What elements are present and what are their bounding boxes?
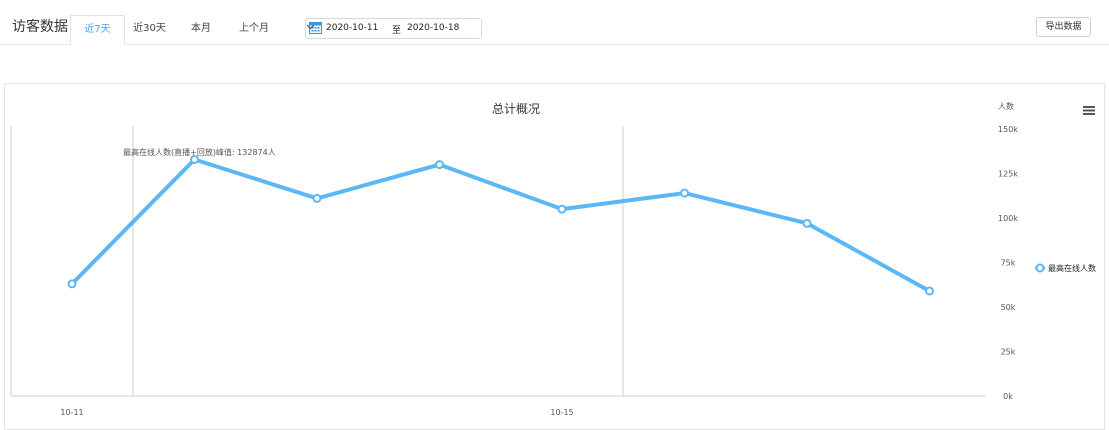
x-tick-label: 10-15: [550, 408, 573, 417]
x-tick-label: 10-11: [60, 408, 83, 417]
legend-marker: [1035, 263, 1045, 273]
y-tick-label: 125k: [998, 170, 1018, 179]
peak-annotation: 最高在线人数(直播+回放)峰值: 132874人: [123, 147, 276, 157]
legend[interactable]: 最高在线人数: [1035, 263, 1096, 273]
data-point[interactable]: [802, 218, 812, 228]
y-tick-label: 75k: [1001, 259, 1016, 268]
x-ticks: 10-11 10-15: [60, 408, 573, 417]
chart-menu-icon[interactable]: [1083, 104, 1095, 116]
y-tick-label: 100k: [998, 214, 1018, 223]
data-point[interactable]: [67, 279, 77, 289]
data-point[interactable]: [680, 188, 689, 198]
line-chart: 总计概况 人数 0k25k50k75k100k125k150k 10-11 10-…: [10, 101, 1096, 417]
data-point[interactable]: [435, 160, 444, 170]
data-point[interactable]: [312, 193, 322, 203]
data-point[interactable]: [190, 154, 199, 164]
legend-label: 最高在线人数: [1048, 263, 1096, 273]
data-point[interactable]: [925, 286, 934, 296]
y-axis-label: 人数: [998, 101, 1014, 111]
y-ticks: 0k 25k 50k 75k 100k 125k 150k: [998, 125, 1018, 401]
chart-title: 总计概况: [492, 102, 540, 116]
y-tick-label: 150k: [998, 125, 1018, 134]
chart-body: 总计概况 人数 0k25k50k75k100k125k150k 10-11 10-…: [10, 101, 1096, 417]
y-tick-label: 0k: [1003, 392, 1013, 401]
y-tick-label: 50k: [1001, 303, 1016, 312]
series-line-max-online: [70, 157, 932, 293]
data-point[interactable]: [557, 204, 567, 214]
data-points: [67, 154, 934, 296]
y-tick-label: 25k: [1001, 348, 1016, 357]
